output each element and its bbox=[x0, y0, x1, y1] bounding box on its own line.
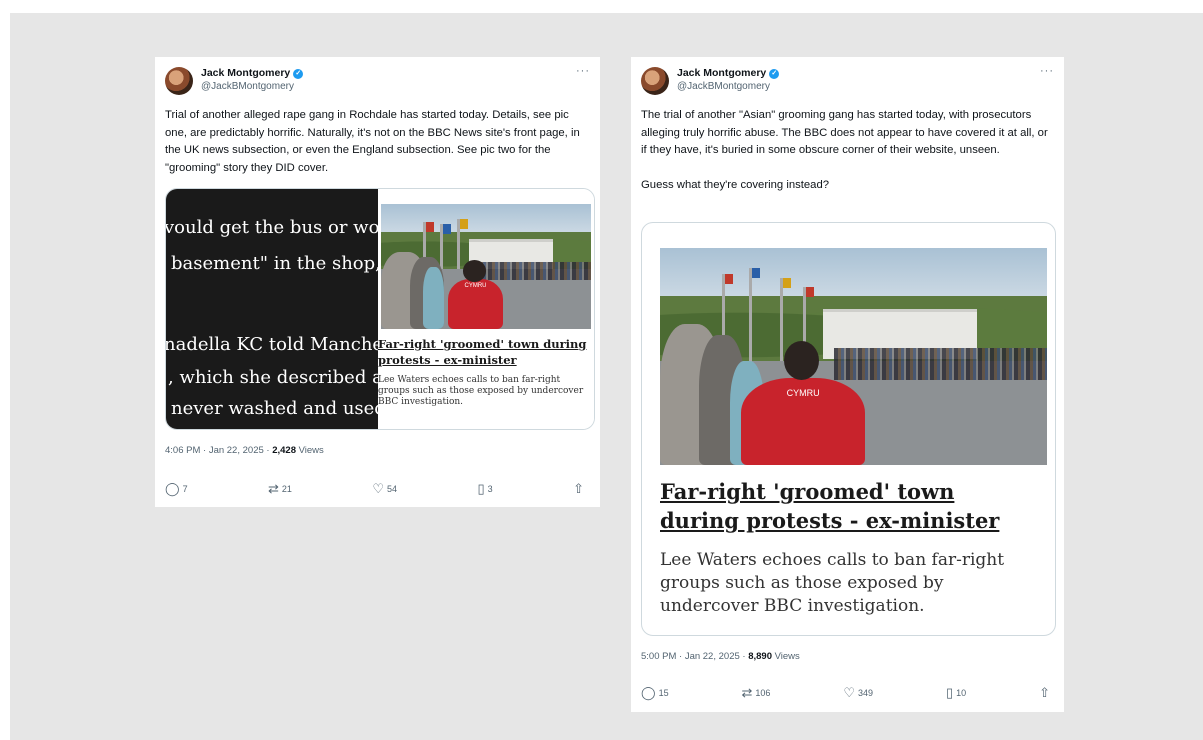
verified-badge-icon: ✓ bbox=[769, 68, 780, 79]
share-icon: ⇧ bbox=[1039, 685, 1050, 700]
author-name[interactable]: Jack Montgomery bbox=[677, 67, 766, 80]
tweet-meta: 5:00 PM · Jan 22, 2025 · 8,890 Views bbox=[641, 651, 800, 662]
reply-count: 7 bbox=[182, 484, 188, 494]
views-label: Views bbox=[771, 651, 800, 662]
protest-photo: CYMRU bbox=[381, 204, 591, 329]
news-article-card[interactable]: CYMRU Far-right 'groomed' town during pr… bbox=[641, 222, 1056, 636]
author-name[interactable]: Jack Montgomery bbox=[201, 67, 290, 80]
verified-badge-icon: ✓ bbox=[293, 68, 304, 79]
repost-count: 21 bbox=[281, 484, 292, 494]
repost-count: 106 bbox=[755, 688, 771, 698]
tweet-card[interactable]: Jack Montgomery ✓ @JackBMontgomery ··· T… bbox=[155, 57, 600, 507]
share-icon: ⇧ bbox=[573, 481, 584, 496]
article-title[interactable]: Far-right 'groomed' town during protests… bbox=[378, 336, 592, 368]
reply-button[interactable]: ◯ 7 bbox=[165, 481, 188, 497]
view-count: 2,428 bbox=[272, 445, 296, 456]
timestamp[interactable]: 5:00 PM · Jan 22, 2025 · bbox=[641, 651, 748, 662]
repost-icon: ⇄ bbox=[268, 481, 279, 496]
author-handle[interactable]: @JackBMontgomery bbox=[201, 80, 303, 93]
like-count: 54 bbox=[387, 484, 398, 494]
timestamp[interactable]: 4:06 PM · Jan 22, 2025 · bbox=[165, 445, 272, 456]
bookmark-icon: ▯ bbox=[477, 481, 485, 496]
tweet-actions: ◯ 15 ⇄ 106 ♡ 349 ▯ 10 ⇧ bbox=[641, 685, 1053, 701]
shirt-text: CYMRU bbox=[741, 378, 866, 465]
article-description: Lee Waters echoes calls to ban far-right… bbox=[660, 550, 1005, 616]
reply-icon: ◯ bbox=[165, 481, 180, 496]
tweet-media[interactable]: vould get the bus or woul basement" in t… bbox=[165, 188, 595, 430]
heart-icon: ♡ bbox=[372, 481, 385, 496]
heart-icon: ♡ bbox=[843, 685, 856, 700]
tweet-meta: 4:06 PM · Jan 22, 2025 · 2,428 Views bbox=[165, 445, 324, 456]
reply-count: 15 bbox=[658, 688, 669, 698]
views-label: Views bbox=[295, 445, 324, 456]
protest-photo: CYMRU bbox=[660, 248, 1047, 465]
avatar[interactable] bbox=[165, 67, 193, 95]
repost-button[interactable]: ⇄ 21 bbox=[268, 481, 292, 497]
view-count: 8,890 bbox=[748, 651, 772, 662]
news-article-card[interactable]: CYMRU Far-right 'groomed' town during pr… bbox=[378, 189, 594, 429]
excerpt-line: vould get the bus or woul bbox=[166, 217, 378, 238]
like-button[interactable]: ♡ 54 bbox=[372, 481, 397, 497]
share-button[interactable]: ⇧ bbox=[1039, 685, 1053, 701]
excerpt-line: never washed and used f bbox=[171, 398, 378, 419]
tweet-actions: ◯ 7 ⇄ 21 ♡ 54 ▯ 3 ⇧ bbox=[165, 481, 587, 497]
author-handle[interactable]: @JackBMontgomery bbox=[677, 80, 779, 93]
excerpt-line: nadella KC told Manchest bbox=[166, 334, 378, 355]
reply-button[interactable]: ◯ 15 bbox=[641, 685, 669, 701]
bookmark-icon: ▯ bbox=[945, 685, 954, 700]
tweet-header: Jack Montgomery ✓ @JackBMontgomery bbox=[641, 67, 780, 95]
avatar[interactable] bbox=[641, 67, 669, 95]
article-excerpt-image[interactable]: vould get the bus or woul basement" in t… bbox=[166, 189, 378, 429]
tweet-card[interactable]: Jack Montgomery ✓ @JackBMontgomery ··· T… bbox=[631, 57, 1064, 712]
tweet-text: The trial of another "Asian" grooming ga… bbox=[641, 109, 1048, 191]
more-options-icon[interactable]: ··· bbox=[1040, 65, 1054, 77]
tweet-text: Trial of another alleged rape gang in Ro… bbox=[165, 109, 580, 174]
bookmark-button[interactable]: ▯ 10 bbox=[946, 685, 966, 701]
excerpt-line: , which she described as bbox=[168, 367, 378, 388]
bookmark-count: 10 bbox=[956, 688, 967, 698]
share-button[interactable]: ⇧ bbox=[573, 481, 587, 497]
article-title[interactable]: Far-right 'groomed' town during protests… bbox=[660, 477, 1040, 535]
repost-icon: ⇄ bbox=[741, 685, 753, 700]
tweet-header: Jack Montgomery ✓ @JackBMontgomery bbox=[165, 67, 304, 95]
repost-button[interactable]: ⇄ 106 bbox=[742, 685, 771, 701]
article-description: Lee Waters echoes calls to ban far-right… bbox=[378, 375, 584, 407]
bookmark-count: 3 bbox=[487, 484, 493, 494]
excerpt-line: basement" in the shop, t bbox=[171, 253, 378, 274]
like-count: 349 bbox=[858, 688, 874, 698]
reply-icon: ◯ bbox=[641, 685, 656, 700]
more-options-icon[interactable]: ··· bbox=[576, 65, 590, 77]
shirt-text: CYMRU bbox=[448, 279, 503, 329]
bookmark-button[interactable]: ▯ 3 bbox=[477, 481, 492, 497]
like-button[interactable]: ♡ 349 bbox=[843, 685, 873, 701]
